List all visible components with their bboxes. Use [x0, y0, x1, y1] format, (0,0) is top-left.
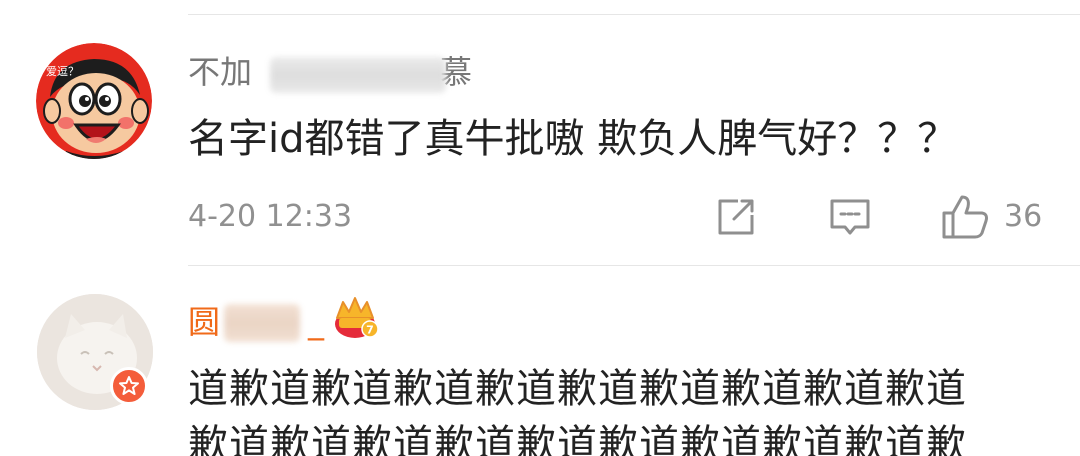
- verified-badge: [110, 367, 148, 405]
- like-count: 36: [1004, 199, 1043, 234]
- divider: [188, 265, 1080, 266]
- redacted-username-blur: [270, 57, 446, 93]
- comment-text-continued: 歉道歉道歉道歉道歉道歉道歉道歉道歉道歉: [188, 422, 967, 456]
- comment-text: 道歉道歉道歉道歉道歉道歉道歉道歉道歉道: [188, 366, 967, 412]
- divider: [188, 14, 1080, 15]
- crown-level: 7: [366, 324, 374, 337]
- cartoon-boy-avatar-icon: 爱逗？: [36, 43, 152, 159]
- star-icon: [119, 376, 139, 395]
- redacted-username-blur: [224, 304, 300, 342]
- username-prefix: 不加: [188, 53, 253, 91]
- thumbs-up-icon[interactable]: [940, 193, 992, 245]
- comment-timestamp: 4-20 12:33: [188, 199, 353, 234]
- username-suffix: _: [308, 303, 325, 341]
- username-prefix: 圆: [188, 303, 221, 341]
- share-icon[interactable]: [714, 195, 758, 243]
- vip-crown-icon[interactable]: 7: [333, 296, 379, 344]
- avatar[interactable]: 爱逗？: [36, 43, 152, 159]
- avatar-caption: 爱逗？: [46, 65, 79, 78]
- reply-comment-icon[interactable]: [827, 195, 873, 245]
- comment-feed: 爱逗？ 不加慕 名字id都错了真牛批嗷 欺负人脾气好？？？ 4-20 12:33…: [0, 0, 1080, 456]
- comment-text: 名字id都错了真牛批嗷 欺负人脾气好？？？: [188, 116, 958, 162]
